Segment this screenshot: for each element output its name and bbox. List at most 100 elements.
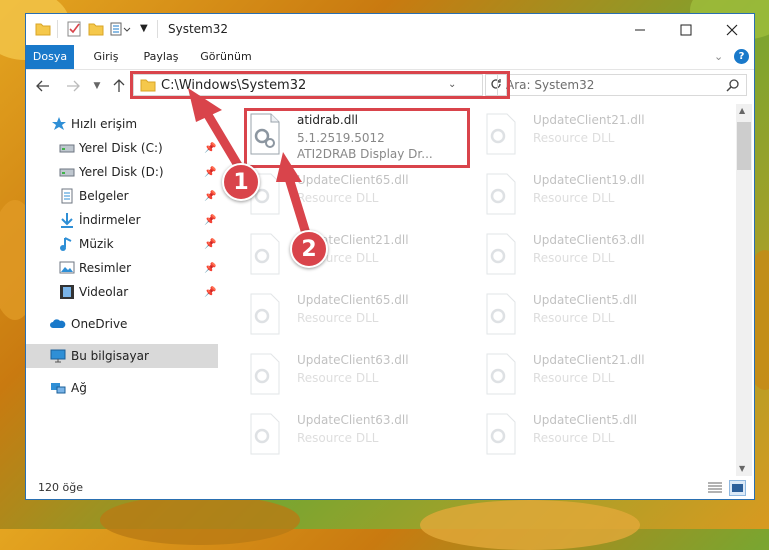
file-tile[interactable]: UpdateClient63.dll Resource DLL bbox=[245, 410, 475, 468]
close-button[interactable] bbox=[709, 14, 755, 45]
file-type: Resource DLL bbox=[533, 251, 615, 265]
search-box[interactable]: Ara: System32 bbox=[497, 74, 747, 96]
file-type: Resource DLL bbox=[297, 311, 379, 325]
file-type: Resource DLL bbox=[533, 371, 615, 385]
star-icon bbox=[51, 116, 67, 132]
sidebar-item-documents[interactable]: Belgeler 📌 bbox=[26, 184, 218, 208]
dll-file-icon bbox=[483, 412, 519, 456]
file-name: UpdateClient63.dll bbox=[533, 233, 645, 247]
expand-ribbon-icon[interactable]: ⌄ bbox=[714, 50, 723, 63]
forward-button[interactable] bbox=[62, 75, 84, 97]
sidebar-item-this-pc[interactable]: Bu bilgisayar bbox=[26, 344, 218, 368]
sidebar-item-music[interactable]: Müzik 📌 bbox=[26, 232, 218, 256]
chevron-down-icon[interactable]: ▼ bbox=[140, 23, 156, 39]
sidebar-item-local-disk-d[interactable]: Yerel Disk (D:) 📌 bbox=[26, 160, 218, 184]
search-placeholder: Ara: System32 bbox=[506, 78, 595, 92]
sidebar-item-label: Yerel Disk (D:) bbox=[79, 165, 164, 179]
search-icon bbox=[726, 78, 740, 95]
pin-icon: 📌 bbox=[204, 142, 217, 154]
file-tile[interactable]: UpdateClient63.dll Resource DLL bbox=[245, 350, 475, 408]
title-bar: ▼ System32 bbox=[26, 14, 754, 45]
file-name: UpdateClient21.dll bbox=[533, 353, 645, 367]
file-name: UpdateClient19.dll bbox=[533, 173, 645, 187]
minimize-button[interactable] bbox=[617, 14, 663, 45]
pin-icon: 📌 bbox=[204, 214, 217, 226]
dll-file-icon bbox=[247, 232, 283, 276]
file-type: Resource DLL bbox=[533, 311, 615, 325]
file-tile[interactable]: UpdateClient21.dll Resource DLL bbox=[245, 230, 475, 288]
ribbon-tabs: Dosya Giriş Paylaş Görünüm ⌄ ? bbox=[26, 45, 754, 70]
file-tile[interactable]: UpdateClient65.dll Resource DLL bbox=[245, 290, 475, 348]
help-icon[interactable]: ? bbox=[734, 49, 749, 64]
maximize-button[interactable] bbox=[663, 14, 709, 45]
up-button[interactable] bbox=[108, 75, 130, 97]
file-tile[interactable]: UpdateClient63.dll Resource DLL bbox=[481, 230, 711, 288]
computer-icon bbox=[50, 348, 66, 364]
sidebar-item-network[interactable]: Ağ bbox=[26, 376, 218, 400]
tiles-view-icon[interactable] bbox=[729, 480, 746, 496]
sidebar-item-label: İndirmeler bbox=[79, 213, 141, 227]
new-folder-icon[interactable] bbox=[88, 21, 104, 37]
sidebar-item-downloads[interactable]: İndirmeler 📌 bbox=[26, 208, 218, 232]
tab-home[interactable]: Giriş bbox=[86, 45, 126, 69]
scrollbar-thumb[interactable] bbox=[737, 122, 751, 170]
file-type: Resource DLL bbox=[297, 431, 379, 445]
file-tile[interactable]: UpdateClient65.dll Resource DLL bbox=[245, 170, 475, 228]
drive-icon bbox=[59, 164, 75, 180]
dll-file-icon bbox=[483, 292, 519, 336]
sidebar-item-label: Müzik bbox=[79, 237, 114, 251]
sidebar-item-local-disk-c[interactable]: Yerel Disk (C:) 📌 bbox=[26, 136, 218, 160]
tab-view[interactable]: Görünüm bbox=[198, 45, 254, 69]
file-tile[interactable]: UpdateClient5.dll Resource DLL bbox=[481, 410, 711, 468]
dll-file-icon bbox=[483, 172, 519, 216]
window-title: System32 bbox=[168, 22, 229, 36]
file-tile[interactable]: UpdateClient19.dll Resource DLL bbox=[481, 170, 711, 228]
folder-icon bbox=[35, 21, 51, 37]
separator bbox=[157, 20, 158, 38]
scroll-up-icon[interactable]: ▲ bbox=[739, 106, 745, 115]
tab-file[interactable]: Dosya bbox=[26, 45, 74, 69]
pictures-icon bbox=[59, 260, 75, 276]
sidebar-item-quick-access[interactable]: Hızlı erişim bbox=[26, 112, 218, 136]
sidebar-item-onedrive[interactable]: OneDrive bbox=[26, 312, 218, 336]
dll-file-icon bbox=[483, 352, 519, 396]
videos-icon bbox=[59, 284, 75, 300]
sidebar-item-videos[interactable]: Videolar 📌 bbox=[26, 280, 218, 304]
sidebar-item-label: Ağ bbox=[71, 381, 87, 395]
properties-icon[interactable] bbox=[66, 21, 82, 37]
sidebar-item-pictures[interactable]: Resimler 📌 bbox=[26, 256, 218, 280]
file-name: UpdateClient21.dll bbox=[533, 113, 645, 127]
sidebar-item-label: Hızlı erişim bbox=[71, 117, 138, 131]
file-name: UpdateClient65.dll bbox=[297, 293, 409, 307]
customize-toolbar-icon[interactable] bbox=[110, 21, 132, 37]
file-tile[interactable]: UpdateClient21.dll Resource DLL bbox=[481, 110, 711, 168]
callout-2: 2 bbox=[290, 230, 328, 268]
music-icon bbox=[59, 236, 75, 252]
dll-file-icon bbox=[247, 292, 283, 336]
file-explorer-window: ▼ System32 Dosya Giriş Paylaş Görünüm ⌄ … bbox=[25, 13, 755, 500]
pin-icon: 📌 bbox=[204, 166, 217, 178]
dll-file-icon bbox=[247, 352, 283, 396]
file-type: Resource DLL bbox=[533, 131, 615, 145]
vertical-scrollbar[interactable]: ▲ ▼ bbox=[736, 104, 752, 476]
back-button[interactable] bbox=[32, 75, 54, 97]
navigation-pane: Hızlı erişim Yerel Disk (C:) 📌 Yerel Dis… bbox=[26, 106, 218, 476]
item-count: 120 öğe bbox=[38, 481, 83, 494]
recent-locations-button[interactable]: ▼ bbox=[86, 75, 108, 97]
documents-icon bbox=[59, 188, 75, 204]
file-highlight bbox=[244, 108, 470, 168]
file-type: Resource DLL bbox=[533, 431, 615, 445]
file-tile[interactable]: UpdateClient5.dll Resource DLL bbox=[481, 290, 711, 348]
pin-icon: 📌 bbox=[204, 286, 217, 298]
file-name: UpdateClient63.dll bbox=[297, 353, 409, 367]
file-tile[interactable]: UpdateClient21.dll Resource DLL bbox=[481, 350, 711, 408]
pin-icon: 📌 bbox=[204, 262, 217, 274]
details-view-icon[interactable] bbox=[707, 481, 723, 498]
tab-share[interactable]: Paylaş bbox=[138, 45, 184, 69]
file-name: UpdateClient65.dll bbox=[297, 173, 409, 187]
separator bbox=[57, 20, 58, 38]
file-type: Resource DLL bbox=[297, 371, 379, 385]
pin-icon: 📌 bbox=[204, 190, 217, 202]
cloud-icon bbox=[50, 316, 66, 332]
scroll-down-icon[interactable]: ▼ bbox=[739, 464, 745, 473]
